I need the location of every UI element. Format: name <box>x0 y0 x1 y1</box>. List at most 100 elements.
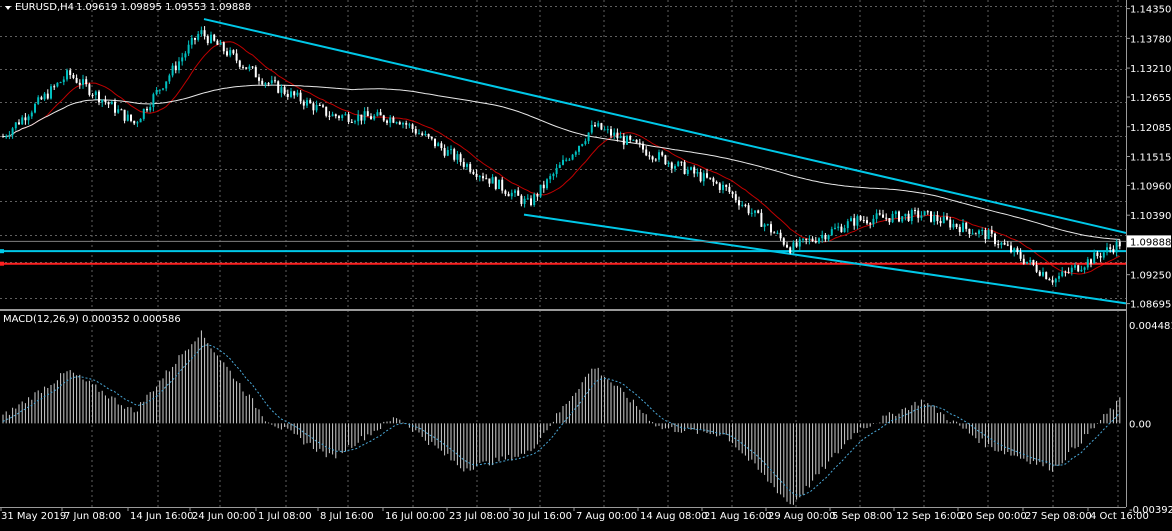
candle-body <box>1099 256 1102 258</box>
candle-body <box>818 238 820 243</box>
candle-body <box>552 173 555 177</box>
candle-body <box>587 132 590 142</box>
price-tick-label: 1.10960 <box>1130 181 1171 192</box>
candle-body <box>635 139 638 143</box>
candle-body <box>722 184 724 190</box>
time-tick-label: 29 Aug 00:00 <box>768 511 835 522</box>
candle-body <box>523 198 526 204</box>
candle-body <box>606 129 609 131</box>
price-chart-canvas[interactable]: 1.14350 1.13780 1.13210 1.12655 1.12085 1.115… <box>0 0 1172 527</box>
candle-body <box>747 205 750 214</box>
candle-body <box>357 114 360 122</box>
candle-body <box>331 114 334 117</box>
candle-body <box>373 115 376 120</box>
candle-body <box>645 149 648 156</box>
candle-body <box>40 97 43 100</box>
candle-body <box>622 136 625 145</box>
candle-body <box>264 83 267 85</box>
candle-body <box>24 117 27 121</box>
candle-body <box>120 109 123 111</box>
candle-body <box>107 102 110 105</box>
candle-body <box>706 173 708 178</box>
candle-body <box>142 108 145 119</box>
candles <box>2 26 1121 287</box>
candle-body <box>520 195 523 204</box>
level-handle[interactable] <box>0 261 4 266</box>
candle-body <box>827 235 830 240</box>
candle-body <box>466 164 468 167</box>
candle-body <box>382 115 385 121</box>
candle-body <box>318 104 321 106</box>
candle-body <box>283 87 286 94</box>
candle-body <box>859 216 862 221</box>
candle-body <box>507 193 510 197</box>
time-tick-label: 7 Aug 00:00 <box>576 511 637 522</box>
candle-body <box>840 226 843 233</box>
time-tick-label: 20 Sep 00:00 <box>960 511 1027 522</box>
candle-body <box>491 177 494 184</box>
time-tick-label: 5 Sep 08:00 <box>832 511 892 522</box>
price-tick-label: 1.11515 <box>1130 153 1171 164</box>
candle-body <box>1067 271 1070 273</box>
candle-body <box>661 152 664 156</box>
candle-body <box>222 42 225 52</box>
candle-body <box>354 121 356 123</box>
candle-body <box>728 186 731 192</box>
level-handle[interactable] <box>0 249 4 254</box>
candle-body <box>1083 267 1086 270</box>
candle-body <box>1070 267 1073 273</box>
candle-body <box>664 155 667 165</box>
candle-body <box>462 161 465 167</box>
candle-body <box>43 93 46 100</box>
candle-body <box>565 159 568 161</box>
candle-body <box>203 30 206 37</box>
candle-body <box>638 142 641 144</box>
candle-body <box>286 93 289 97</box>
candle-body <box>958 226 961 233</box>
candle-body <box>59 82 62 84</box>
candle-body <box>379 112 382 116</box>
candle-body <box>814 241 817 243</box>
candle-body <box>75 77 78 83</box>
candle-body <box>1118 241 1121 247</box>
candle-body <box>290 91 292 97</box>
candle-body <box>725 184 728 187</box>
candle-body <box>517 190 520 196</box>
candle-body <box>216 40 219 45</box>
candle-body <box>526 198 529 200</box>
candle-body <box>994 233 996 245</box>
candle-body <box>450 149 452 151</box>
candle-body <box>1032 259 1035 265</box>
candle-body <box>242 66 244 68</box>
candle-body <box>149 107 152 111</box>
macd-panel <box>2 330 1121 505</box>
dropdown-arrow-icon[interactable] <box>5 6 11 10</box>
time-tick-label: 8 Jul 16:00 <box>320 511 374 522</box>
candle-body <box>875 213 878 219</box>
candle-body <box>245 67 248 69</box>
candle-body <box>194 37 196 40</box>
candle-body <box>437 143 440 147</box>
candle-body <box>648 155 651 157</box>
candle-body <box>846 221 849 229</box>
candle-body <box>670 162 673 169</box>
candle-body <box>821 234 824 239</box>
candle-body <box>709 177 712 179</box>
candle-body <box>1086 259 1089 268</box>
candle-body <box>869 223 872 225</box>
candle-body <box>446 150 449 156</box>
candle-body <box>770 224 772 233</box>
candle-body <box>395 122 398 124</box>
candle-body <box>459 154 462 162</box>
candle-body <box>1051 280 1054 283</box>
symbol-label: EURUSD,H4 <box>15 2 74 13</box>
candle-body <box>757 210 760 213</box>
candle-body <box>14 122 17 129</box>
time-tick-label: 4 Oct 16:00 <box>1090 511 1149 522</box>
candle-body <box>200 30 203 35</box>
trendline[interactable] <box>523 213 1127 305</box>
candle-body <box>1045 272 1048 280</box>
chart-window[interactable]: 1.14350 1.13780 1.13210 1.12655 1.12085 1.115… <box>0 0 1172 527</box>
candle-body <box>971 233 974 235</box>
candle-body <box>987 230 990 240</box>
